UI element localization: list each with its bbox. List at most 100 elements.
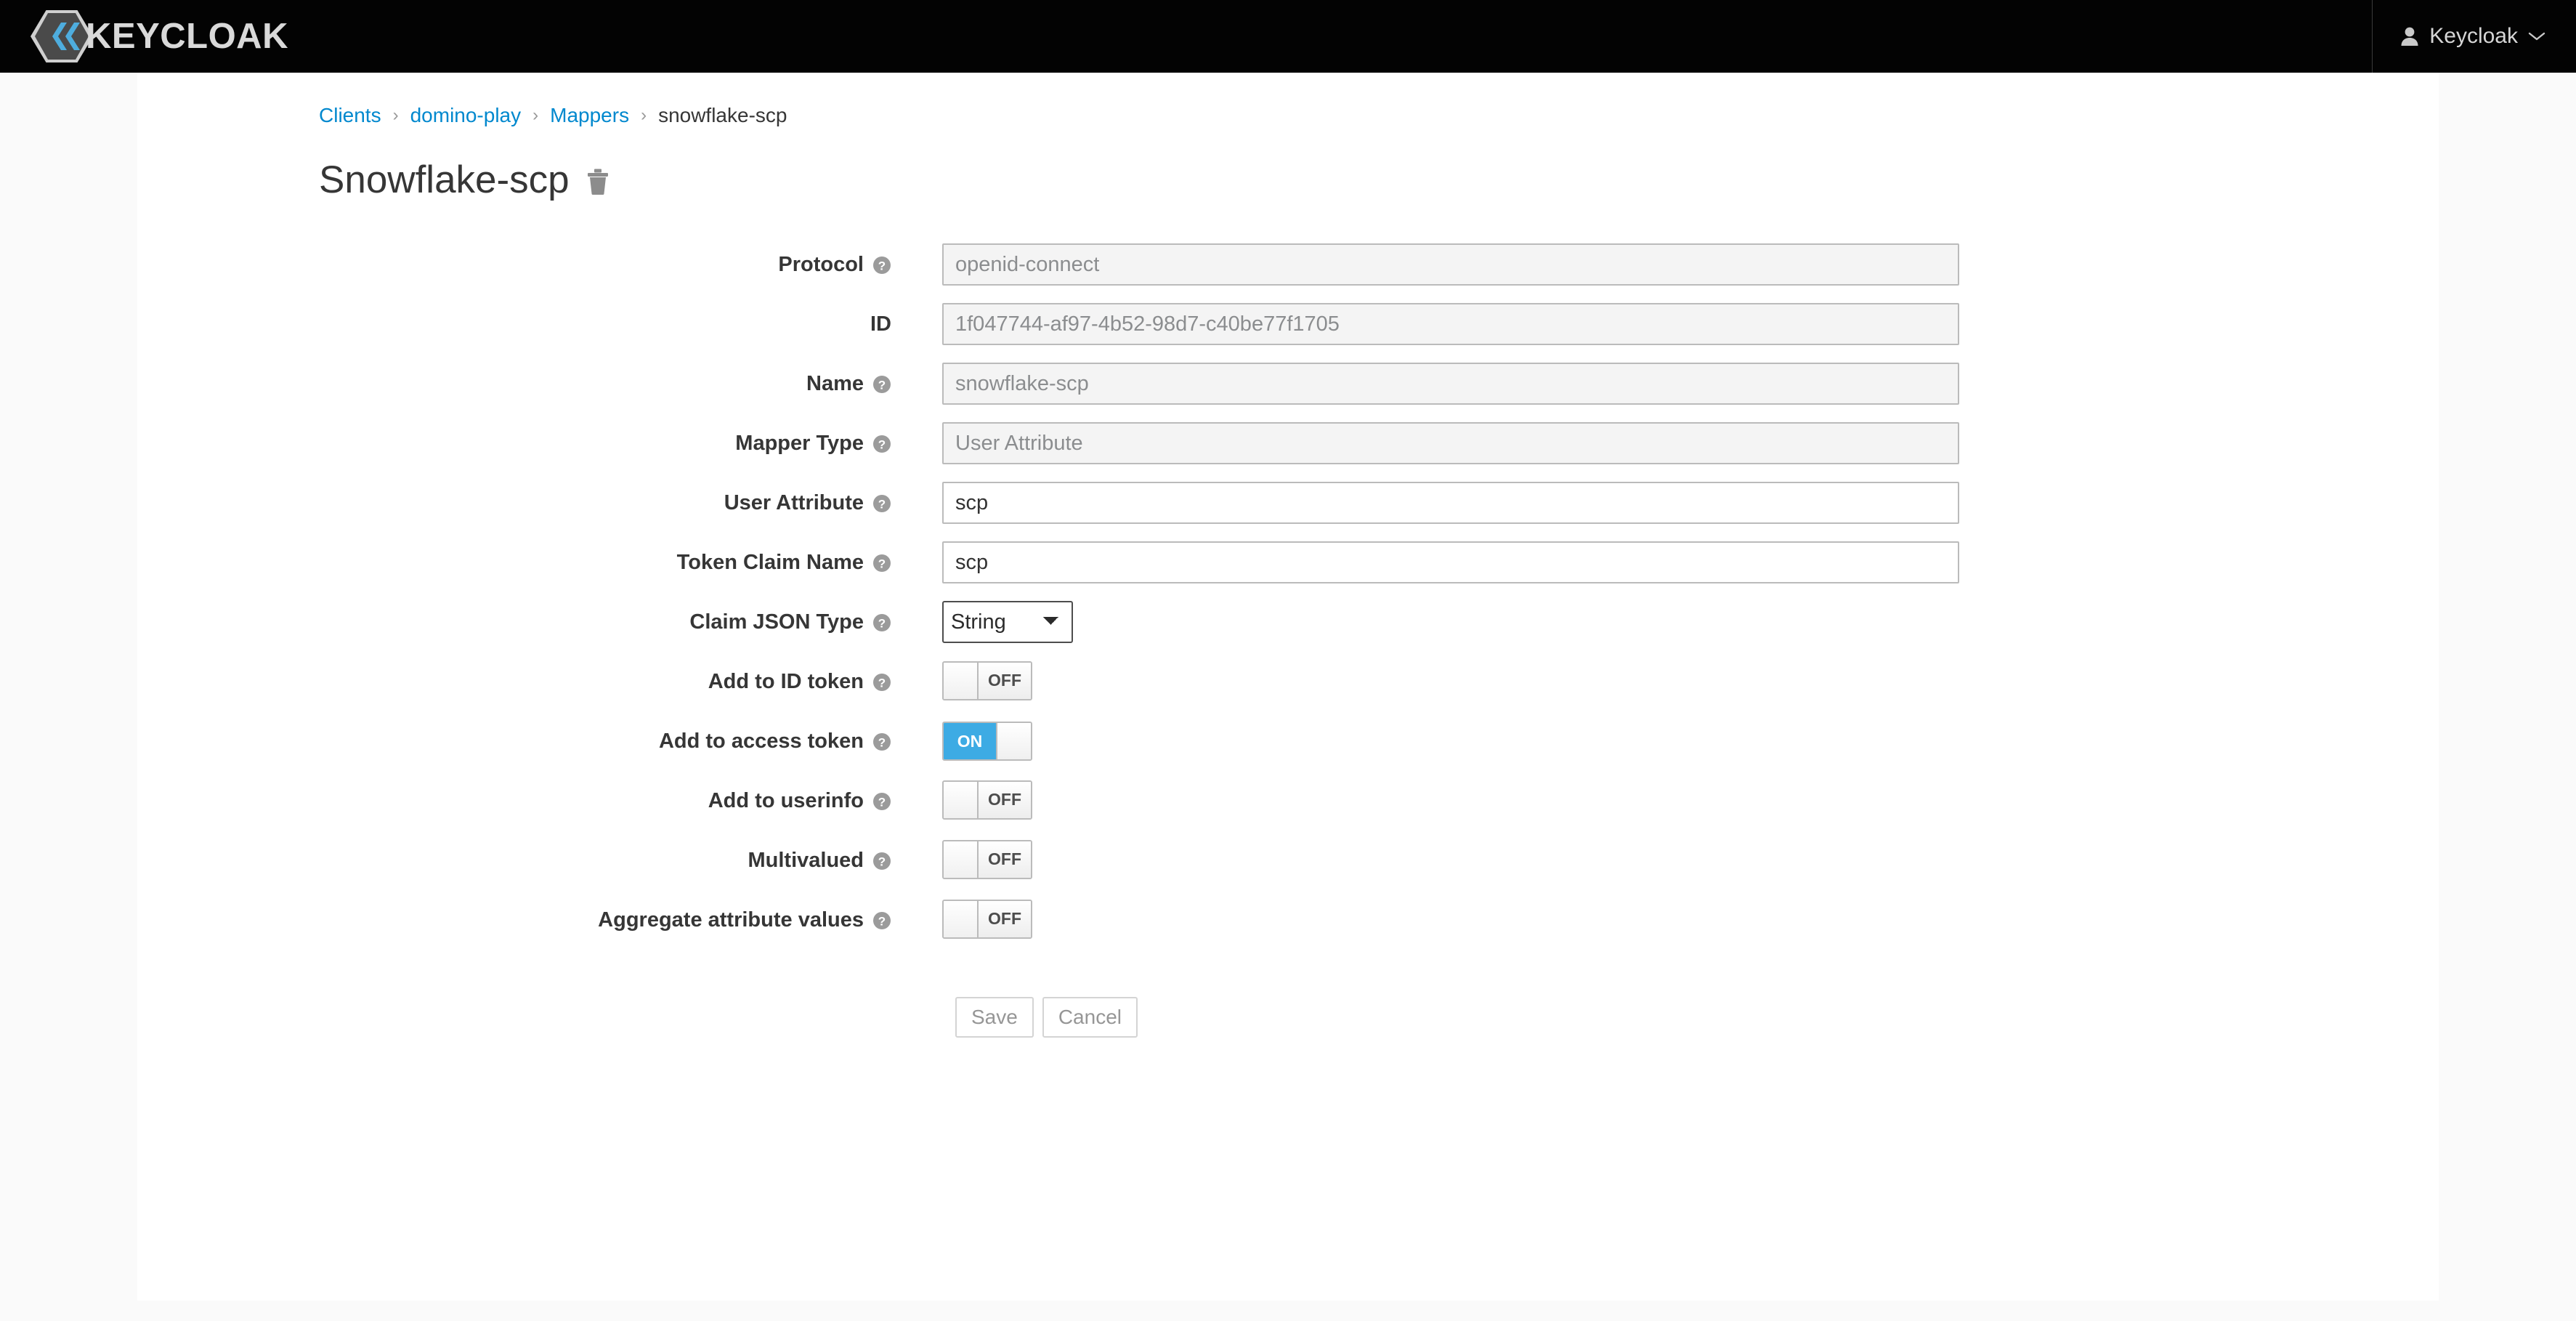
breadcrumb-item-mappers[interactable]: Mappers (550, 105, 629, 126)
svg-text:?: ? (878, 378, 886, 392)
form-row-user-attribute: User Attribute ? (137, 478, 2439, 528)
toggle-handle (944, 900, 977, 937)
form-row-mapper-type: Mapper Type ? (137, 419, 2439, 468)
control-wrap-user-attribute (904, 482, 1959, 524)
add-to-access-token-toggle[interactable]: ON (942, 722, 1032, 761)
breadcrumb: Clients › domino-play › Mappers › snowfl… (137, 73, 2439, 126)
svg-text:?: ? (878, 735, 886, 749)
label-text: Add to access token (658, 729, 864, 753)
help-circle-icon[interactable]: ? (872, 610, 891, 634)
trash-icon (586, 168, 610, 198)
mapper-type-input (942, 422, 1959, 464)
breadcrumb-item-current: snowflake-scp (658, 104, 787, 126)
label-token-claim-name: Token Claim Name ? (137, 551, 904, 575)
svg-text:?: ? (878, 557, 886, 570)
svg-text:?: ? (878, 914, 886, 928)
label-text: User Attribute (724, 490, 864, 514)
label-text: Add to userinfo (708, 788, 864, 812)
label-protocol: Protocol ? (137, 253, 904, 277)
form-row-name: Name ? (137, 359, 2439, 408)
svg-text:?: ? (878, 795, 886, 809)
control-wrap-aggregate-attribute-values: OFF (904, 899, 1032, 941)
help-circle-icon[interactable]: ? (872, 432, 891, 456)
chevron-down-icon (2528, 31, 2545, 41)
help-circle-icon[interactable]: ? (872, 730, 891, 754)
label-text: Protocol (778, 252, 864, 276)
control-wrap-add-to-access-token: ON (904, 722, 1032, 761)
brand[interactable]: KEYCLOAK (31, 0, 288, 73)
form-row-token-claim-name: Token Claim Name ? (137, 538, 2439, 587)
help-circle-icon[interactable]: ? (872, 908, 891, 932)
form-row-add-to-id-token: Add to ID token ? OFF (137, 657, 2439, 706)
breadcrumb-item-clients[interactable]: Clients (319, 105, 381, 126)
brand-logo: KEYCLOAK (31, 9, 288, 64)
control-wrap-claim-json-type: String (904, 601, 1073, 643)
protocol-input (942, 243, 1959, 286)
breadcrumb-item-domino-play[interactable]: domino-play (410, 105, 522, 126)
label-text: Multivalued (748, 848, 864, 872)
label-text: Token Claim Name (676, 550, 864, 574)
toggle-handle (944, 662, 977, 699)
add-to-userinfo-toggle[interactable]: OFF (942, 780, 1032, 820)
help-circle-icon[interactable]: ? (872, 491, 891, 515)
name-input (942, 363, 1959, 405)
svg-text:?: ? (878, 616, 886, 630)
breadcrumb-separator: › (392, 105, 399, 125)
page-header: Snowflake-scp (137, 126, 2439, 202)
label-text: Name (806, 371, 864, 395)
form-row-id: ID (137, 299, 2439, 349)
add-to-id-token-toggle[interactable]: OFF (942, 660, 1032, 700)
user-attribute-input[interactable] (942, 482, 1959, 524)
label-text: Add to ID token (708, 669, 864, 693)
label-user-attribute: User Attribute ? (137, 491, 904, 515)
save-button[interactable]: Save (955, 997, 1034, 1038)
claim-json-type-select[interactable]: String (942, 601, 1073, 643)
toggle-handle (944, 841, 977, 878)
user-icon (2400, 26, 2419, 47)
help-circle-icon[interactable]: ? (872, 372, 891, 396)
cancel-button[interactable]: Cancel (1042, 997, 1138, 1038)
label-add-to-access-token: Add to access token ? (137, 730, 904, 754)
token-claim-name-input[interactable] (942, 541, 1959, 583)
navbar-right: Keycloak (2372, 0, 2576, 73)
form-row-add-to-access-token: Add to access token ? ON (137, 716, 2439, 766)
aggregate-attribute-values-toggle[interactable]: OFF (942, 899, 1032, 939)
brand-text: KEYCLOAK (86, 17, 288, 56)
label-add-to-userinfo: Add to userinfo ? (137, 789, 904, 813)
user-menu-label: Keycloak (2429, 24, 2518, 48)
toggle-state-label: ON (944, 723, 997, 759)
label-text: Aggregate attribute values (598, 908, 864, 932)
toggle-handle (944, 781, 977, 818)
control-wrap-add-to-id-token: OFF (904, 660, 1032, 703)
form-actions: Save Cancel (137, 997, 2439, 1038)
label-text: Mapper Type (735, 431, 864, 455)
page-title: Snowflake-scp (319, 158, 570, 201)
svg-text:?: ? (878, 855, 886, 868)
help-circle-icon[interactable]: ? (872, 789, 891, 813)
help-circle-icon[interactable]: ? (872, 551, 891, 575)
multivalued-toggle[interactable]: OFF (942, 839, 1032, 879)
label-add-to-id-token: Add to ID token ? (137, 670, 904, 694)
delete-mapper-button[interactable] (586, 168, 610, 198)
help-circle-icon[interactable]: ? (872, 253, 891, 277)
id-input (942, 303, 1959, 345)
form-row-aggregate-attribute-values: Aggregate attribute values ? OFF (137, 895, 2439, 945)
user-menu-button[interactable]: Keycloak (2373, 0, 2576, 73)
control-wrap-add-to-userinfo: OFF (904, 780, 1032, 822)
svg-text:?: ? (878, 676, 886, 690)
toggle-state-label: OFF (977, 841, 1031, 878)
svg-text:?: ? (878, 497, 886, 511)
help-circle-icon[interactable]: ? (872, 670, 891, 694)
help-circle-icon[interactable]: ? (872, 849, 891, 873)
control-wrap-mapper-type (904, 422, 1959, 464)
form-row-add-to-userinfo: Add to userinfo ? OFF (137, 776, 2439, 825)
svg-text:?: ? (878, 259, 886, 272)
label-mapper-type: Mapper Type ? (137, 432, 904, 456)
label-name: Name ? (137, 372, 904, 396)
breadcrumb-separator: › (532, 105, 539, 125)
label-multivalued: Multivalued ? (137, 849, 904, 873)
toggle-state-label: OFF (977, 662, 1031, 699)
label-text: Claim JSON Type (689, 610, 864, 634)
page-root: KEYCLOAK Keycloak Clients › domino-play … (0, 0, 2576, 1301)
breadcrumb-separator: › (641, 105, 647, 125)
